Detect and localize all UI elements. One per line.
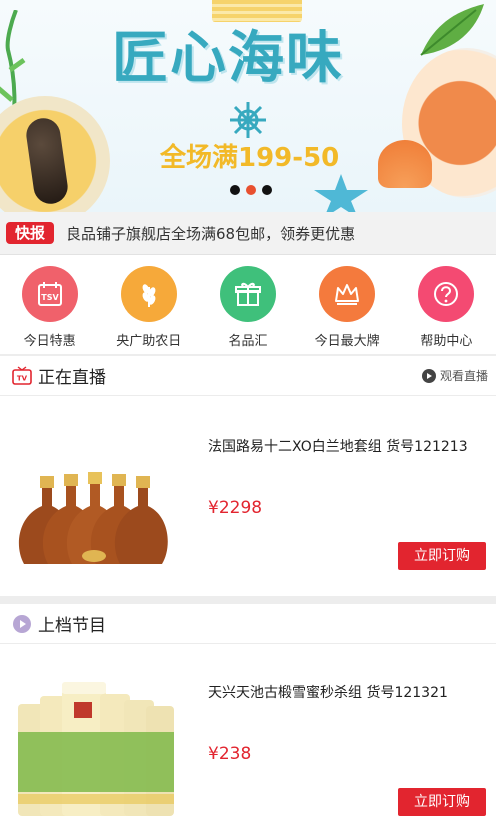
product-name[interactable]: 天兴天池古椴雪蜜秒杀组 货号121321 [208,682,448,702]
category-label: 帮助中心 [420,334,473,349]
category-item-today-deals[interactable]: TSV 今日特惠 [0,256,99,354]
crown-icon [319,266,376,322]
product-image[interactable] [14,436,178,576]
buy-now-button[interactable]: 立即订购 [398,542,486,570]
news-ticker[interactable]: 快报 良品铺子旗舰店全场满68包邮，领券更优惠 [0,212,496,255]
category-row: TSV 今日特惠 央广助农日 名品汇 今日最大牌 帮助中心 [0,256,496,354]
section-title: 正在直播 [38,368,106,388]
prev-section-header: 上档节目 [0,604,496,644]
banner-title-bar [212,0,302,22]
question-icon [418,266,475,322]
buy-now-button[interactable]: 立即订购 [398,788,486,816]
carousel-dot[interactable] [230,185,240,195]
category-label: 央广助农日 [116,334,182,349]
banner-title: 匠心海味 [112,26,344,91]
watch-live-link[interactable]: 观看直播 [421,367,488,384]
category-item-help-center[interactable]: 帮助中心 [397,256,496,354]
starfish-image [314,174,368,212]
category-item-farm-day[interactable]: 央广助农日 [99,256,198,354]
category-item-brand-collection[interactable]: 名品汇 [198,256,297,354]
category-label: 今日最大牌 [314,334,380,349]
play-icon [421,368,436,383]
product-card[interactable]: 天兴天池古椴雪蜜秒杀组 货号121321 ¥238 立即订购 [0,644,496,816]
carousel-dot-active[interactable] [246,185,256,195]
section-title: 上档节目 [38,616,106,636]
divider [0,596,496,604]
product-price: ¥2298 [208,498,263,518]
category-label: 名品汇 [228,334,268,349]
live-section-header: TV 正在直播 观看直播 [0,356,496,396]
product-card[interactable]: 法国路易十二XO白兰地套组 货号121213 ¥2298 立即订购 [0,396,496,596]
promo-banner[interactable]: 匠心海味 全场满199-50 [0,0,496,212]
ship-wheel-icon [230,102,266,138]
product-price: ¥238 [208,744,252,764]
carousel-dot[interactable] [262,185,272,195]
gift-icon [219,266,276,322]
product-name[interactable]: 法国路易十二XO白兰地套组 货号121213 [208,436,468,456]
svg-text:TSV: TSV [41,293,59,302]
svg-text:TV: TV [17,374,28,382]
category-label: 今日特惠 [23,334,76,349]
wheat-icon [120,266,177,322]
category-item-top-brand[interactable]: 今日最大牌 [298,256,397,354]
ticker-message[interactable]: 良品铺子旗舰店全场满68包邮，领券更优惠 [66,223,355,244]
product-image[interactable] [14,682,178,816]
watch-live-label: 观看直播 [439,369,488,383]
tsv-calendar-icon: TSV [21,266,78,322]
tv-icon: TV [12,365,32,386]
scallop-shell-image [378,140,432,188]
record-icon [12,614,32,634]
ticker-badge: 快报 [6,222,54,244]
carousel-indicator [230,185,272,195]
